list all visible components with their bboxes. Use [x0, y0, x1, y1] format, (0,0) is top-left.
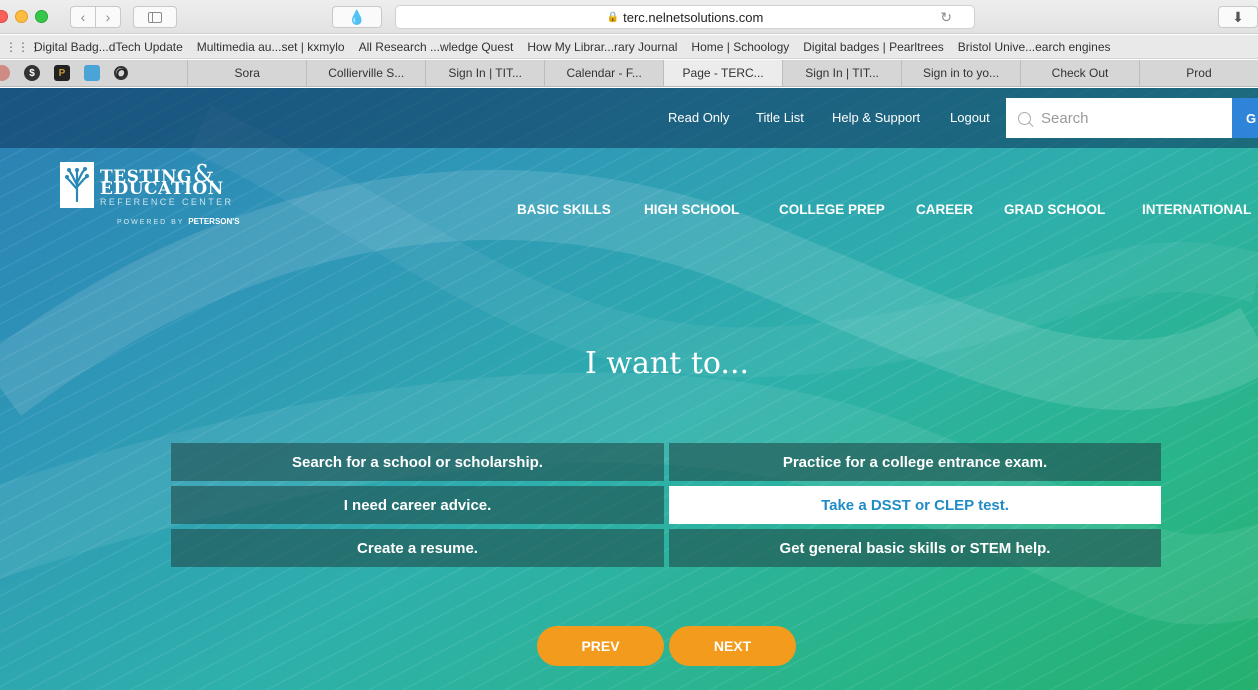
- pinned-tabs: $ P O: [0, 60, 187, 86]
- nav-basic-skills[interactable]: BASIC SKILLS: [517, 202, 611, 217]
- forward-button[interactable]: ›: [95, 6, 121, 28]
- bookmark-item[interactable]: Bristol Unive...earch engines: [958, 40, 1111, 54]
- browser-tab[interactable]: Collierville S...: [306, 60, 425, 86]
- practice-exam-option[interactable]: Practice for a college entrance exam.: [669, 443, 1161, 481]
- dsst-clep-option[interactable]: Take a DSST or CLEP test.: [669, 486, 1161, 524]
- page-headline: I want to...: [584, 346, 750, 381]
- zoom-window-button[interactable]: [35, 10, 48, 23]
- search-school-option[interactable]: Search for a school or scholarship.: [171, 443, 664, 481]
- chevron-right-icon: ›: [105, 9, 111, 25]
- site-page: Read Only Title List Help & Support Logo…: [0, 88, 1258, 690]
- extension-button[interactable]: 💧: [332, 6, 382, 28]
- grid-icon[interactable]: ⋮⋮⋮: [5, 40, 41, 54]
- back-button[interactable]: ‹: [70, 6, 96, 28]
- address-bar[interactable]: 🔒 terc.nelnetsolutions.com ↻: [395, 5, 975, 29]
- basic-skills-option[interactable]: Get general basic skills or STEM help.: [669, 529, 1161, 567]
- lock-icon: 🔒: [606, 11, 620, 23]
- browser-tab-active[interactable]: Page - TERC...: [663, 60, 783, 86]
- chevron-left-icon: ‹: [80, 9, 86, 25]
- next-button[interactable]: NEXT: [669, 626, 796, 666]
- sidebar-icon: [148, 11, 162, 23]
- nav-college-prep[interactable]: COLLEGE PREP: [779, 202, 885, 217]
- search-input[interactable]: Search: [1006, 98, 1232, 138]
- logout-link[interactable]: Logout: [950, 110, 990, 125]
- search-icon: [1018, 111, 1031, 125]
- close-window-button[interactable]: [0, 10, 8, 23]
- help-support-link[interactable]: Help & Support: [832, 110, 920, 125]
- nav-high-school[interactable]: HIGH SCHOOL: [644, 202, 739, 217]
- bookmark-item[interactable]: All Research ...wledge Quest: [359, 40, 514, 54]
- prev-button[interactable]: PREV: [537, 626, 664, 666]
- download-icon: ⬇: [1232, 8, 1244, 25]
- browser-tab[interactable]: Sign In | TIT...: [782, 60, 901, 86]
- pinned-tab[interactable]: P: [54, 65, 70, 81]
- browser-tab[interactable]: Sign in to yo...: [901, 60, 1020, 86]
- search-placeholder: Search: [1041, 109, 1089, 127]
- career-advice-option[interactable]: I need career advice.: [171, 486, 664, 524]
- browser-tab[interactable]: Sora: [187, 60, 306, 86]
- logo-line-2: EDUCATION: [100, 179, 224, 199]
- logo-line-3: REFERENCE CENTER: [100, 197, 234, 207]
- resume-option[interactable]: Create a resume.: [171, 529, 664, 567]
- bookmark-item[interactable]: Multimedia au...set | kxmylo: [197, 40, 345, 54]
- bookmark-item[interactable]: Digital Badg...dTech Update: [34, 40, 183, 54]
- tab-bar: $ P O Sora Collierville S... Sign In | T…: [0, 60, 1258, 87]
- sidebar-button[interactable]: [133, 6, 177, 28]
- powered-by-label: POWERED BY: [117, 219, 185, 226]
- utility-nav: Read Only Title List Help & Support Logo…: [0, 88, 1258, 148]
- bookmark-item[interactable]: Home | Schoology: [691, 40, 789, 54]
- bookmark-item[interactable]: How My Librar...rary Journal: [527, 40, 677, 54]
- search-submit-button[interactable]: G: [1232, 98, 1258, 138]
- read-only-link[interactable]: Read Only: [668, 110, 729, 125]
- browser-tab[interactable]: Check Out: [1020, 60, 1139, 86]
- bookmark-item[interactable]: Digital badges | Pearltrees: [803, 40, 944, 54]
- powered-by: POWERED BY PETERSON'S: [117, 217, 240, 226]
- pinned-tab[interactable]: $: [24, 65, 40, 81]
- petersons-logo: PETERSON'S: [188, 217, 240, 226]
- drop-icon: 💧: [348, 8, 366, 25]
- nav-international[interactable]: INTERNATIONAL: [1142, 202, 1251, 217]
- browser-tab[interactable]: Prod: [1139, 60, 1258, 86]
- nav-grad-school[interactable]: GRAD SCHOOL: [1004, 202, 1105, 217]
- reload-icon[interactable]: ↻: [940, 9, 952, 26]
- title-list-link[interactable]: Title List: [756, 110, 804, 125]
- logo-wordmark: TESTING& EDUCATION REFERENCE CENTER: [100, 160, 233, 207]
- tree-logo-icon: [60, 162, 94, 208]
- browser-tab[interactable]: Calendar - F...: [544, 60, 663, 86]
- browser-tab[interactable]: Sign In | TIT...: [425, 60, 544, 86]
- pinned-tab[interactable]: [84, 65, 100, 81]
- bookmarks-bar: ⋮⋮⋮ Digital Badg...dTech Update Multimed…: [0, 35, 1258, 59]
- pinned-tab[interactable]: [0, 65, 10, 81]
- browser-toolbar: ‹ › 💧 🔒 terc.nelnetsolutions.com ↻ ⬇: [0, 0, 1258, 34]
- url-text: terc.nelnetsolutions.com: [623, 9, 764, 25]
- downloads-button[interactable]: ⬇: [1218, 6, 1258, 28]
- minimize-window-button[interactable]: [15, 10, 28, 23]
- pinned-tab[interactable]: O: [114, 65, 128, 81]
- nav-career[interactable]: CAREER: [916, 202, 973, 217]
